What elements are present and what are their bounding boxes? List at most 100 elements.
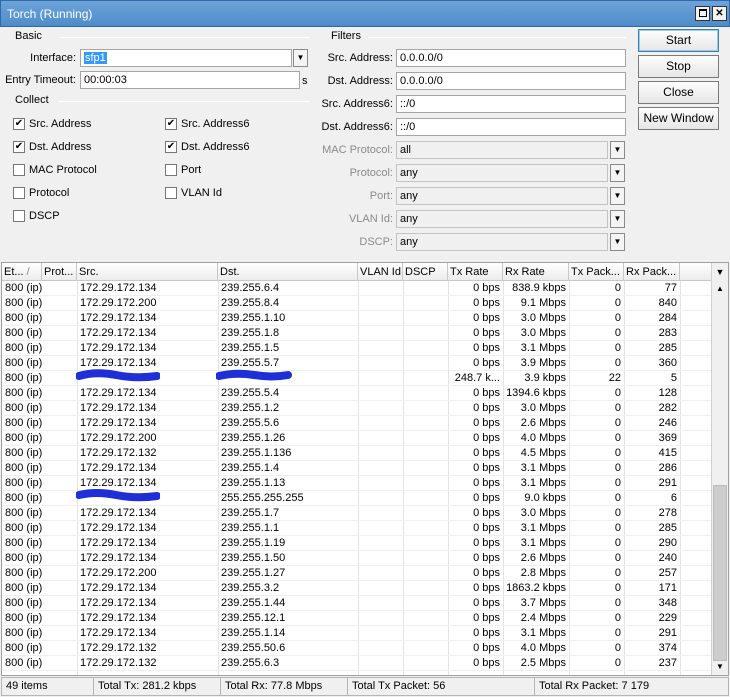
- cell-ethertype: 800 (ip): [5, 462, 42, 474]
- filter-src-address6-field[interactable]: ::/0: [396, 95, 626, 113]
- table-row[interactable]: 800 (ip) 172.29.172.132 239.255.50.6 0 bps 4…: [2, 641, 711, 656]
- dropdown-arrow-icon[interactable]: [610, 233, 625, 251]
- cell-tx-rate: 0 bps: [473, 477, 500, 489]
- table-row[interactable]: 800 (ip) 172.29.172.134 239.255.1.5 0 bps 3.…: [2, 341, 711, 356]
- cell-tx-packets: 0: [614, 417, 621, 429]
- table-row[interactable]: 800 (ip) 172.29.172.134 239.255.1.44 0 bps 3…: [2, 596, 711, 611]
- dscp-checkbox[interactable]: [13, 210, 25, 222]
- stop-button[interactable]: Stop: [638, 55, 719, 78]
- table-row[interactable]: 800 (ip) 172.29.172.134 239.255.1.7 0 bps 3.…: [2, 506, 711, 521]
- table-row[interactable]: 800 (ip) 172.29.172.134 239.255.3.2 0 bps 18…: [2, 581, 711, 596]
- start-button[interactable]: Start: [638, 29, 719, 52]
- vlan-id-checkbox[interactable]: [165, 187, 177, 199]
- mac-protocol-checkbox[interactable]: [13, 164, 25, 176]
- table-row[interactable]: 800 (ip) 172.29.172.134 239.255.6.4 0 bps 83…: [2, 281, 711, 296]
- table-row[interactable]: 800 (ip) 172.29.172.134 239.255.1.50 0 bps 2…: [2, 551, 711, 566]
- filter-dst-address-field[interactable]: 0.0.0.0/0: [396, 72, 626, 90]
- column-tx-packets[interactable]: Tx Pack...: [569, 263, 624, 281]
- cell-rx-packets: 5: [670, 372, 677, 384]
- filters-divider: [368, 37, 626, 38]
- filter-src-address-label: Src. Address:: [327, 52, 393, 64]
- dropdown-arrow-icon[interactable]: [610, 164, 625, 182]
- cell-rx-rate: 3.1 Mbps: [520, 537, 566, 549]
- table-row[interactable]: 800 (ip) 172.29.172.134 239.255.1.1 0 bps 3.…: [2, 521, 711, 536]
- cell-tx-packets: 0: [614, 387, 621, 399]
- filter-mac-protocol-select[interactable]: all: [396, 141, 608, 159]
- table-row[interactable]: 800 (ip) 172.29.172.134 239.255.1.2 0 bps 3.…: [2, 401, 711, 416]
- table-body: 800 (ip) 172.29.172.134 239.255.6.4 0 bps 83…: [2, 281, 711, 671]
- filter-port-select[interactable]: any: [396, 187, 608, 205]
- filter-vlan-id-select[interactable]: any: [396, 210, 608, 228]
- scroll-down-icon[interactable]: ▼: [712, 659, 728, 675]
- cell-ethertype: 800 (ip): [5, 552, 42, 564]
- column-rx-packets[interactable]: Rx Pack...: [624, 263, 680, 281]
- table-row[interactable]: 800 (ip) 172.29.172.134 239.255.5.6 0 bps 2.…: [2, 416, 711, 431]
- scroll-thumb[interactable]: [713, 485, 727, 661]
- cell-protocol: [42, 641, 77, 656]
- table-row[interactable]: 800 (ip) 172.29.172.134 239.255.12.1 0 bps 2…: [2, 611, 711, 626]
- status-bar: 49 items Total Tx: 281.2 kbps Total Rx: …: [1, 677, 729, 696]
- src-address-checkbox[interactable]: ✔: [13, 118, 25, 130]
- cell-tx-packets: 0: [614, 552, 621, 564]
- table-row[interactable]: 800 (ip) 172.29.172.200 239.255.1.27 0 bps 2…: [2, 566, 711, 581]
- dst-address-checkbox[interactable]: ✔: [13, 141, 25, 153]
- cell-dst: 239.255.1.5: [221, 342, 280, 354]
- table-row[interactable]: 800 (ip) 172.29.172.132 239.255.6.3 0 bps 2.…: [2, 656, 711, 671]
- cell-dscp: [403, 371, 448, 386]
- cell-dst: 239.255.1.10: [221, 312, 286, 324]
- restore-icon[interactable]: [695, 6, 710, 21]
- cell-tx-packets: 0: [614, 327, 621, 339]
- dropdown-arrow-icon[interactable]: [610, 141, 625, 159]
- cell-dst: 239.255.5.4: [221, 387, 280, 399]
- scroll-up-icon[interactable]: ▲: [712, 281, 728, 297]
- cell-rx-packets: 237: [658, 657, 677, 669]
- filter-src-address-field[interactable]: 0.0.0.0/0: [396, 49, 626, 67]
- filter-dst-address6-field[interactable]: ::/0: [396, 118, 626, 136]
- protocol-checkbox[interactable]: [13, 187, 25, 199]
- dst-address6-checkbox[interactable]: ✔: [165, 141, 177, 153]
- cell-tx-packets: 0: [614, 537, 621, 549]
- dropdown-arrow-icon[interactable]: [610, 187, 625, 205]
- column-vlan-id[interactable]: VLAN Id: [358, 263, 403, 281]
- column-protocol[interactable]: Prot...: [42, 263, 77, 281]
- cell-rx-rate: 2.6 Mbps: [520, 417, 566, 429]
- table-row[interactable]: 800 (ip) 172.29.172.200 239.255.8.4 0 bps 9.…: [2, 296, 711, 311]
- close-icon[interactable]: ✕: [712, 6, 727, 21]
- filter-dscp-select[interactable]: any: [396, 233, 608, 251]
- cell-ethertype: 800 (ip): [5, 342, 42, 354]
- column-tx-rate[interactable]: Tx Rate: [448, 263, 503, 281]
- table-row[interactable]: 800 (ip) 172.29.172.134 239.255.5.4 0 bps 13…: [2, 386, 711, 401]
- src-address6-checkbox[interactable]: ✔: [165, 118, 177, 130]
- cell-tx-rate: 0 bps: [473, 327, 500, 339]
- table-row[interactable]: 800 (ip) 172.29.172.200 239.255.1.26 0 bps 4…: [2, 431, 711, 446]
- filter-dst-address6-label: Dst. Address6:: [321, 121, 393, 133]
- column-rx-rate[interactable]: Rx Rate: [503, 263, 569, 281]
- column-dscp[interactable]: DSCP: [403, 263, 448, 281]
- new-window-button[interactable]: New Window: [638, 107, 719, 130]
- entry-timeout-field[interactable]: 00:00:03: [80, 71, 300, 89]
- cell-ethertype: 800 (ip): [5, 627, 42, 639]
- column-menu-icon[interactable]: ▼: [712, 263, 728, 281]
- vertical-scrollbar[interactable]: ▼ ▲ ▼: [711, 263, 728, 675]
- filter-protocol-select[interactable]: any: [396, 164, 608, 182]
- column-dst[interactable]: Dst.: [218, 263, 358, 281]
- cell-tx-rate: 0 bps: [473, 342, 500, 354]
- column-ethertype[interactable]: Et... /: [2, 263, 42, 281]
- cell-dscp: [403, 416, 448, 431]
- dropdown-arrow-icon[interactable]: [610, 210, 625, 228]
- close-button[interactable]: Close: [638, 81, 719, 104]
- cell-rx-rate: 3.0 Mbps: [520, 402, 566, 414]
- interface-label: Interface:: [30, 52, 76, 64]
- cell-vlan-id: [358, 611, 403, 626]
- table-row[interactable]: 800 (ip) 172.29.172.134 239.255.1.19 0 bps 3…: [2, 536, 711, 551]
- interface-select[interactable]: sfp1: [80, 49, 292, 67]
- table-row[interactable]: 800 (ip) 172.29.172.134 239.255.1.14 0 bps 3…: [2, 626, 711, 641]
- column-src[interactable]: Src.: [77, 263, 218, 281]
- table-row[interactable]: 800 (ip) 172.29.172.134 239.255.1.8 0 bps 3.…: [2, 326, 711, 341]
- table-row[interactable]: 800 (ip) 172.29.172.134 239.255.1.4 0 bps 3.…: [2, 461, 711, 476]
- table-row[interactable]: 800 (ip) 172.29.172.134 239.255.1.10 0 bps 3…: [2, 311, 711, 326]
- table-row[interactable]: 800 (ip) 172.29.172.132 239.255.1.136 0 bps…: [2, 446, 711, 461]
- port-checkbox[interactable]: [165, 164, 177, 176]
- cell-dst: 239.255.1.136: [221, 447, 292, 459]
- cell-tx-packets: 0: [614, 312, 621, 324]
